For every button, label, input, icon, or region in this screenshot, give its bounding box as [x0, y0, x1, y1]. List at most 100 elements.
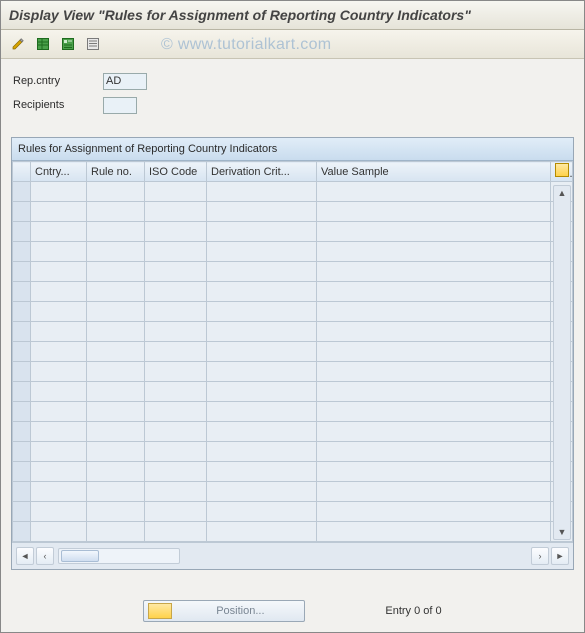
row-selector[interactable] [13, 222, 31, 242]
cell[interactable] [317, 282, 551, 302]
table-row[interactable] [13, 502, 573, 522]
scroll-up-icon[interactable]: ▲ [555, 186, 569, 200]
row-selector[interactable] [13, 442, 31, 462]
table-list-icon[interactable] [82, 33, 104, 55]
cell[interactable] [207, 362, 317, 382]
cell[interactable] [31, 522, 87, 542]
scroll-first-icon[interactable]: ◄ [16, 547, 34, 565]
cell[interactable] [31, 502, 87, 522]
scroll-last-icon[interactable]: ► [551, 547, 569, 565]
cell[interactable] [145, 482, 207, 502]
cell[interactable] [31, 382, 87, 402]
row-selector[interactable] [13, 502, 31, 522]
cell[interactable] [31, 322, 87, 342]
table-row[interactable] [13, 462, 573, 482]
cell[interactable] [207, 242, 317, 262]
cell[interactable] [207, 222, 317, 242]
table-row[interactable] [13, 262, 573, 282]
cell[interactable] [317, 302, 551, 322]
cell[interactable] [31, 442, 87, 462]
cell[interactable] [317, 202, 551, 222]
cell[interactable] [207, 422, 317, 442]
cell[interactable] [317, 322, 551, 342]
cell[interactable] [87, 402, 145, 422]
table-row[interactable] [13, 422, 573, 442]
scroll-right-icon[interactable]: › [531, 547, 549, 565]
cell[interactable] [317, 242, 551, 262]
cell[interactable] [145, 342, 207, 362]
cell[interactable] [145, 402, 207, 422]
cell[interactable] [207, 462, 317, 482]
row-selector[interactable] [13, 462, 31, 482]
grid-config-button[interactable] [551, 162, 573, 182]
cell[interactable] [207, 282, 317, 302]
cell[interactable] [207, 262, 317, 282]
col-iso-code[interactable]: ISO Code [145, 162, 207, 182]
row-selector[interactable] [13, 402, 31, 422]
cell[interactable] [207, 522, 317, 542]
row-selector[interactable] [13, 282, 31, 302]
row-selector[interactable] [13, 522, 31, 542]
cell[interactable] [31, 182, 87, 202]
cell[interactable] [87, 182, 145, 202]
col-rule-no[interactable]: Rule no. [87, 162, 145, 182]
cell[interactable] [145, 462, 207, 482]
cell[interactable] [31, 362, 87, 382]
cell[interactable] [207, 322, 317, 342]
cell[interactable] [207, 502, 317, 522]
cell[interactable] [87, 262, 145, 282]
cell[interactable] [317, 442, 551, 462]
row-selector[interactable] [13, 362, 31, 382]
cell[interactable] [317, 182, 551, 202]
cell[interactable] [317, 222, 551, 242]
cell[interactable] [31, 242, 87, 262]
table-row[interactable] [13, 402, 573, 422]
cell[interactable] [145, 242, 207, 262]
recipients-input[interactable] [103, 97, 137, 114]
cell[interactable] [87, 302, 145, 322]
cell[interactable] [317, 482, 551, 502]
cell[interactable] [145, 182, 207, 202]
cell[interactable] [31, 422, 87, 442]
table-view-icon[interactable] [32, 33, 54, 55]
cell[interactable] [87, 462, 145, 482]
rep-cntry-input[interactable] [103, 73, 147, 90]
table-row[interactable] [13, 242, 573, 262]
cell[interactable] [145, 202, 207, 222]
table-row[interactable] [13, 522, 573, 542]
cell[interactable] [31, 202, 87, 222]
table-row[interactable] [13, 202, 573, 222]
row-selector[interactable] [13, 302, 31, 322]
cell[interactable] [145, 502, 207, 522]
cell[interactable] [87, 502, 145, 522]
cell[interactable] [87, 282, 145, 302]
cell[interactable] [87, 522, 145, 542]
row-selector[interactable] [13, 482, 31, 502]
table-row[interactable] [13, 282, 573, 302]
cell[interactable] [87, 202, 145, 222]
row-selector[interactable] [13, 262, 31, 282]
row-selector[interactable] [13, 422, 31, 442]
table-row[interactable] [13, 362, 573, 382]
cell[interactable] [145, 522, 207, 542]
cell[interactable] [145, 282, 207, 302]
cell[interactable] [145, 362, 207, 382]
cell[interactable] [317, 382, 551, 402]
cell[interactable] [317, 262, 551, 282]
cell[interactable] [87, 482, 145, 502]
cell[interactable] [207, 302, 317, 322]
table-row[interactable] [13, 442, 573, 462]
cell[interactable] [145, 302, 207, 322]
cell[interactable] [207, 442, 317, 462]
col-value-sample[interactable]: Value Sample [317, 162, 551, 182]
change-icon[interactable] [7, 33, 29, 55]
cell[interactable] [31, 222, 87, 242]
cell[interactable] [207, 202, 317, 222]
cell[interactable] [207, 382, 317, 402]
data-grid[interactable]: Cntry... Rule no. ISO Code Derivation Cr… [12, 161, 573, 542]
col-derivation[interactable]: Derivation Crit... [207, 162, 317, 182]
row-selector[interactable] [13, 342, 31, 362]
table-row[interactable] [13, 182, 573, 202]
cell[interactable] [31, 302, 87, 322]
cell[interactable] [87, 222, 145, 242]
